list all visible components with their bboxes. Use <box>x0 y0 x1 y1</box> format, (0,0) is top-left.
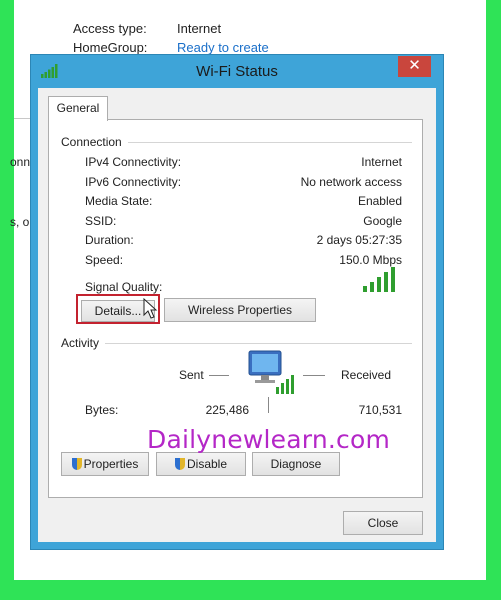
signal-quality-icon <box>363 267 395 292</box>
connection-row-value: Enabled <box>357 194 402 208</box>
shield-icon <box>71 458 82 470</box>
bytes-divider <box>268 397 269 413</box>
close-button[interactable]: Close <box>343 511 423 535</box>
wireless-properties-button[interactable]: Wireless Properties <box>164 298 316 322</box>
background-side-text: onn <box>10 155 31 169</box>
disable-button-label: Disable <box>186 457 228 471</box>
sent-label: Sent <box>179 368 204 382</box>
properties-button[interactable]: Properties <box>61 452 149 476</box>
received-label: Received <box>341 368 392 382</box>
tab-general[interactable]: General <box>48 96 108 121</box>
watermark-text: Dailynewlearn.com <box>147 425 390 454</box>
diagnose-button[interactable]: Diagnose <box>252 452 340 476</box>
shield-icon <box>174 458 185 470</box>
disable-button[interactable]: Disable <box>156 452 246 476</box>
received-rule <box>303 375 325 376</box>
activity-group-rule <box>69 343 412 344</box>
dialog-client-area: General Connection IPv4 Connectivity: Int… <box>38 88 436 542</box>
access-type-label: Access type: <box>73 21 147 36</box>
bytes-label: Bytes: <box>85 403 119 417</box>
connection-row-value: Google <box>363 213 402 228</box>
connection-row-value: Internet <box>361 155 402 169</box>
bytes-received-value: 710,531 <box>358 403 402 417</box>
homegroup-link[interactable]: Ready to create <box>177 40 269 55</box>
properties-button-label: Properties <box>83 457 139 471</box>
activity-heading: Activity <box>61 336 106 350</box>
signal-quality-label: Signal Quality: <box>85 280 163 294</box>
access-type-value: Internet <box>177 21 222 36</box>
homegroup-label: HomeGroup: <box>73 40 148 55</box>
connection-row-value: No network access <box>300 174 402 189</box>
connection-row-label: Duration: <box>85 233 134 247</box>
connection-row-label: IPv6 Connectivity: <box>85 174 182 189</box>
connection-heading: Connection <box>61 135 128 149</box>
network-computer-icon <box>248 350 294 394</box>
connection-row-value: 2 days 05:27:35 <box>316 233 402 247</box>
mouse-cursor-icon <box>143 298 158 319</box>
sent-rule <box>209 375 229 376</box>
access-type-row: Access type: Internet <box>73 21 221 36</box>
bytes-sent-value: 225,486 <box>205 403 249 417</box>
wifi-status-dialog: Wi-Fi Status ✕ General Connection IPv4 C… <box>31 55 443 549</box>
homegroup-row: HomeGroup: Ready to create <box>73 40 269 55</box>
close-icon[interactable]: ✕ <box>398 56 431 77</box>
title-bar[interactable]: Wi-Fi Status ✕ <box>31 55 443 88</box>
connection-row-label: IPv4 Connectivity: <box>85 155 182 169</box>
connection-row-label: SSID: <box>85 213 117 228</box>
connection-row-value: 150.0 Mbps <box>339 252 402 267</box>
connection-row-label: Media State: <box>85 194 153 208</box>
dialog-title: Wi-Fi Status <box>196 63 278 80</box>
connection-row-label: Speed: <box>85 252 124 267</box>
background-side-text: s, o <box>10 215 30 229</box>
